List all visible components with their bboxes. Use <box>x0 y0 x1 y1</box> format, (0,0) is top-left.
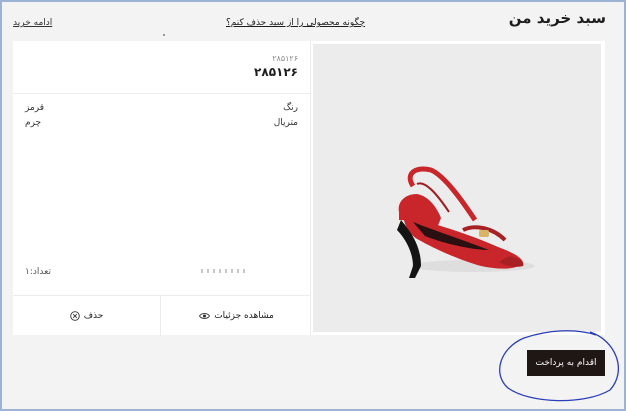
page-title: سبد خرید من <box>508 9 606 27</box>
close-circle-icon <box>69 311 80 321</box>
item-actions: مشاهده جزئیات حذف <box>13 295 310 336</box>
product-info: ۲۸۵۱۲۶ ۲۸۵۱۲۶ رنگ قرمز متریال چرم تعداد:… <box>13 41 311 336</box>
material-value: چرم <box>25 118 42 128</box>
product-image[interactable] <box>313 44 601 332</box>
view-details-label: مشاهده جزئیات <box>214 311 274 321</box>
checkout-button[interactable]: اقدام به پرداخت <box>527 350 605 376</box>
red-slingback-heel-icon <box>397 166 535 278</box>
material-label: متریال <box>273 118 298 128</box>
decorative-dot <box>163 34 165 36</box>
product-code: ۲۸۵۱۲۶ <box>254 65 298 79</box>
remove-help-link[interactable]: چگونه محصولی را از سبد حذف کنم؟ <box>226 18 365 28</box>
quantity-label: تعداد:۱ <box>25 267 51 277</box>
product-code-small: ۲۸۵۱۲۶ <box>272 54 298 63</box>
eye-icon <box>199 313 211 319</box>
color-label: رنگ <box>283 103 298 113</box>
color-value: قرمز <box>25 103 45 113</box>
cart-item-card: ۲۸۵۱۲۶ ۲۸۵۱۲۶ رنگ قرمز متریال چرم تعداد:… <box>13 41 605 336</box>
delete-button[interactable]: حذف <box>13 296 161 336</box>
delete-label: حذف <box>83 311 104 321</box>
continue-shopping-link[interactable]: ادامه خرید <box>13 18 52 28</box>
view-details-button[interactable]: مشاهده جزئیات <box>163 296 310 336</box>
blurred-text <box>201 269 249 273</box>
product-code-row: ۲۸۵۱۲۶ ۲۸۵۱۲۶ <box>13 41 310 94</box>
